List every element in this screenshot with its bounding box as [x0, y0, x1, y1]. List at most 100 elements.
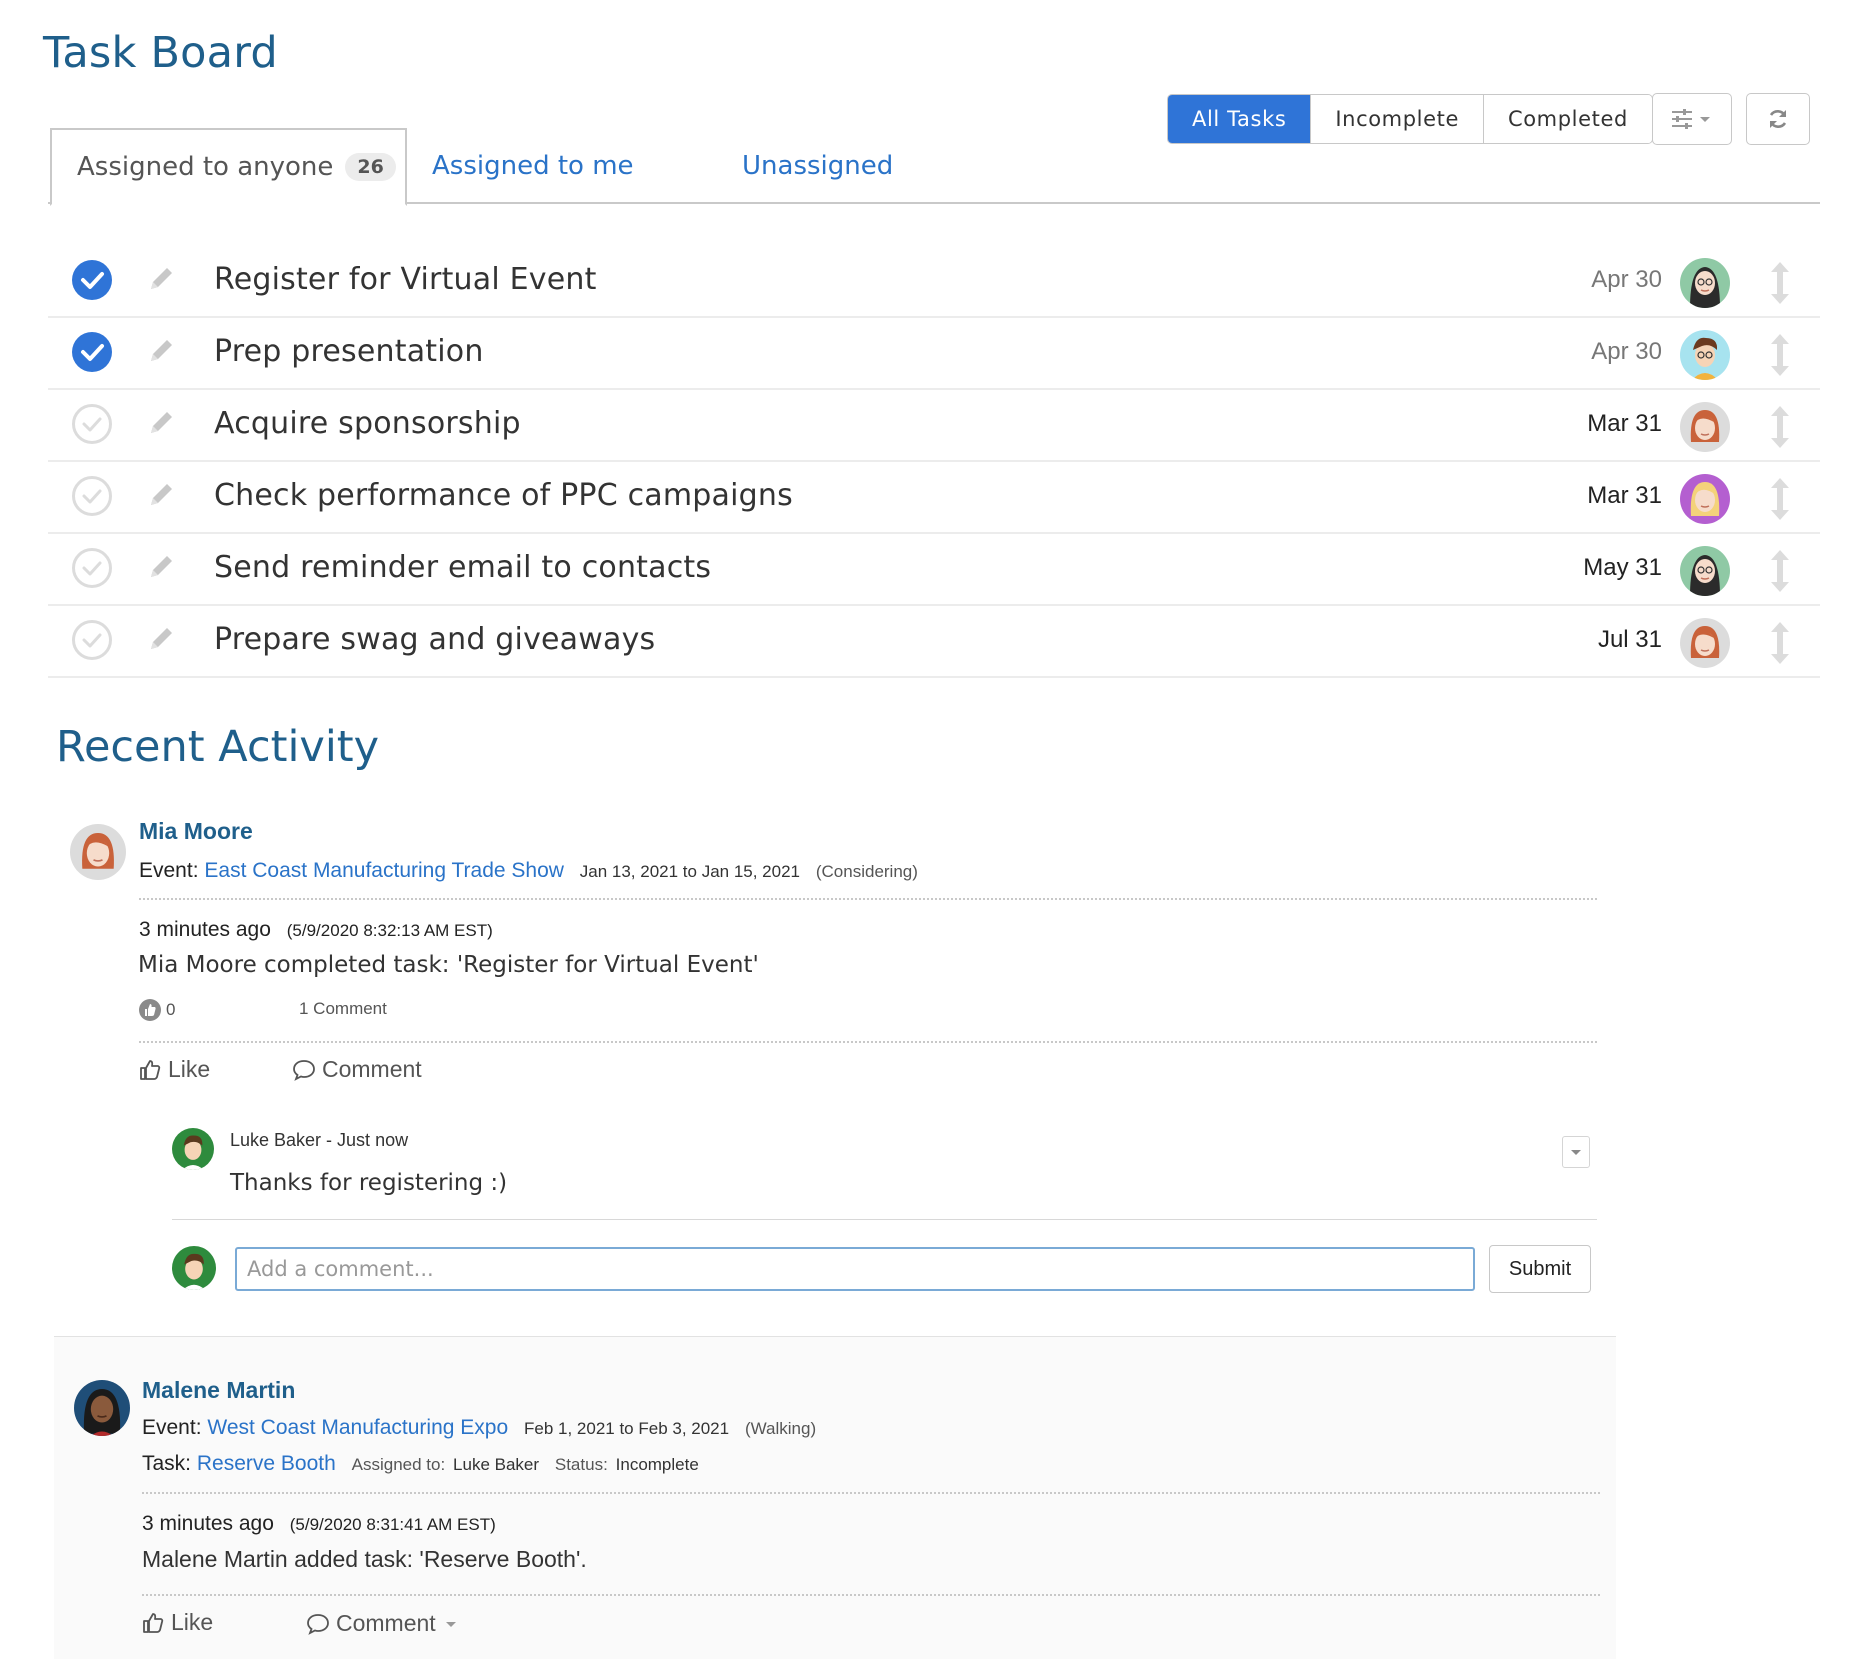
vertical-arrows-icon	[1771, 550, 1789, 592]
event-status: (Walking)	[744, 1419, 817, 1438]
task-title[interactable]: Send reminder email to contacts	[214, 550, 711, 585]
task-complete-toggle[interactable]	[72, 476, 112, 516]
divider	[139, 898, 1597, 900]
activity-author-name[interactable]: Malene Martin	[142, 1377, 295, 1404]
like-button[interactable]: Like	[141, 1609, 213, 1636]
task-title[interactable]: Acquire sponsorship	[214, 406, 521, 441]
task-title[interactable]: Prep presentation	[214, 334, 484, 369]
author-avatar[interactable]	[70, 824, 126, 880]
vertical-arrows-icon	[1771, 262, 1789, 304]
event-link[interactable]: West Coast Manufacturing Expo	[207, 1416, 508, 1439]
activity-event-line: Event: East Coast Manufacturing Trade Sh…	[139, 859, 918, 883]
pencil-icon	[151, 628, 172, 649]
event-prefix: Event:	[139, 859, 199, 882]
tab-unassigned[interactable]: Unassigned	[742, 128, 893, 204]
thumbs-up-icon	[140, 1059, 161, 1080]
pencil-icon	[151, 484, 172, 505]
activity-time: 3 minutes ago (5/9/2020 8:32:13 AM EST)	[139, 918, 493, 942]
submit-comment-button[interactable]: Submit	[1489, 1245, 1591, 1293]
assignee-avatar[interactable]	[1680, 330, 1730, 380]
man-glasses-avatar-icon	[1680, 330, 1730, 380]
vertical-arrows-icon	[1771, 334, 1789, 376]
drag-handle[interactable]	[1768, 476, 1792, 527]
event-link[interactable]: East Coast Manufacturing Trade Show	[204, 859, 564, 882]
task-complete-toggle[interactable]	[72, 260, 112, 300]
like-count-value: 0	[166, 1000, 176, 1019]
event-status: (Considering)	[815, 862, 918, 881]
activity-task-line: Task: Reserve Booth Assigned to: Luke Ba…	[142, 1452, 699, 1476]
edit-task-button[interactable]	[146, 408, 176, 443]
task-row: Acquire sponsorship Mar 31	[48, 390, 1820, 462]
page-title: Task Board	[43, 28, 278, 78]
task-row: Prep presentation Apr 30	[48, 318, 1820, 390]
task-complete-toggle[interactable]	[72, 332, 112, 372]
drag-handle[interactable]	[1768, 260, 1792, 311]
task-complete-toggle[interactable]	[72, 548, 112, 588]
assigned-label: Assigned to:	[351, 1455, 446, 1474]
man-avatar-icon	[172, 1128, 214, 1170]
woman-red-hair-avatar-icon	[70, 824, 126, 880]
check-outline-icon	[82, 633, 102, 648]
speech-bubble-icon	[307, 1613, 329, 1635]
comment-menu-button[interactable]	[1562, 1136, 1590, 1168]
task-due-date: Mar 31	[1587, 410, 1662, 437]
task-title[interactable]: Register for Virtual Event	[214, 262, 597, 297]
edit-task-button[interactable]	[146, 336, 176, 371]
like-label: Like	[171, 1609, 214, 1635]
task-complete-toggle[interactable]	[72, 620, 112, 660]
check-icon	[81, 272, 104, 289]
drag-handle[interactable]	[1768, 548, 1792, 599]
vertical-arrows-icon	[1771, 478, 1789, 520]
vertical-arrows-icon	[1771, 406, 1789, 448]
pencil-icon	[151, 268, 172, 289]
current-user-avatar	[172, 1246, 216, 1290]
comment-label: Comment	[336, 1610, 436, 1636]
timestamp: (5/9/2020 8:31:41 AM EST)	[289, 1515, 496, 1534]
drag-handle[interactable]	[1768, 332, 1792, 383]
event-prefix: Event:	[142, 1416, 202, 1439]
like-button[interactable]: Like	[138, 1056, 210, 1083]
assignee-avatar[interactable]	[1680, 258, 1730, 308]
drag-handle[interactable]	[1768, 404, 1792, 455]
check-outline-icon	[82, 489, 102, 504]
task-due-date: May 31	[1583, 554, 1662, 581]
comment-button[interactable]: Comment	[306, 1610, 464, 1637]
activity-time: 3 minutes ago (5/9/2020 8:31:41 AM EST)	[142, 1512, 496, 1536]
task-title[interactable]: Prepare swag and giveaways	[214, 622, 655, 657]
tab-assigned-to-anyone[interactable]: Assigned to anyone 26	[50, 128, 407, 206]
comment-text: Thanks for registering :)	[230, 1170, 508, 1196]
assignee-avatar[interactable]	[1680, 546, 1730, 596]
drag-handle[interactable]	[1768, 620, 1792, 671]
edit-task-button[interactable]	[146, 480, 176, 515]
assignee-avatar[interactable]	[1680, 474, 1730, 524]
task-link[interactable]: Reserve Booth	[197, 1452, 336, 1475]
assignee-avatar[interactable]	[1680, 618, 1730, 668]
edit-task-button[interactable]	[146, 552, 176, 587]
task-complete-toggle[interactable]	[72, 404, 112, 444]
task-due-date: Jul 31	[1597, 626, 1662, 653]
speech-bubble-icon	[293, 1059, 315, 1081]
caret-down-icon	[1571, 1150, 1581, 1155]
event-dates: Jan 13, 2021 to Jan 15, 2021	[579, 862, 801, 881]
vertical-arrows-icon	[1771, 622, 1789, 664]
caret-down-icon	[445, 1621, 456, 1627]
task-due-date: Apr 30	[1591, 266, 1662, 293]
task-title[interactable]: Check performance of PPC campaigns	[214, 478, 793, 513]
task-due-date: Mar 31	[1587, 482, 1662, 509]
comment-input[interactable]	[235, 1247, 1475, 1291]
comment-label: Comment	[322, 1056, 422, 1082]
edit-task-button[interactable]	[146, 624, 176, 659]
pencil-icon	[151, 340, 172, 361]
edit-task-button[interactable]	[146, 264, 176, 299]
tab-assigned-to-me[interactable]: Assigned to me	[432, 128, 634, 204]
task-list: Register for Virtual Event Apr 30 Prep p…	[48, 246, 1820, 678]
activity-author-name[interactable]: Mia Moore	[139, 818, 253, 845]
comment-count[interactable]: 1 Comment	[299, 999, 387, 1019]
check-outline-icon	[82, 561, 102, 576]
commenter-avatar[interactable]	[172, 1128, 214, 1170]
author-avatar[interactable]	[74, 1380, 130, 1436]
comment-button[interactable]: Comment	[292, 1056, 422, 1083]
timestamp: (5/9/2020 8:32:13 AM EST)	[286, 921, 493, 940]
check-icon	[81, 344, 104, 361]
assignee-avatar[interactable]	[1680, 402, 1730, 452]
